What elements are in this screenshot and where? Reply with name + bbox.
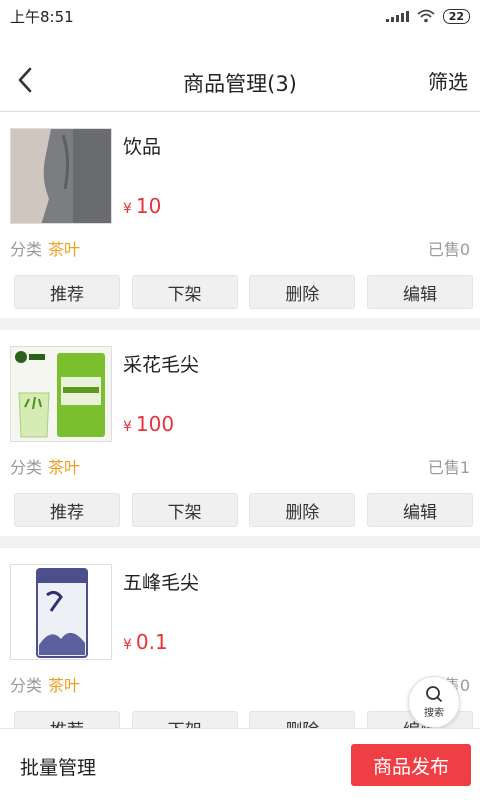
product-name: 采花毛尖 [123, 354, 200, 376]
signal-icon [385, 10, 409, 22]
status-icons: 22 [385, 8, 470, 24]
delete-button[interactable]: 删除 [249, 493, 356, 527]
status-bar: 上午8:51 22 [0, 0, 480, 32]
delete-button[interactable]: 删除 [249, 275, 356, 309]
currency-symbol: ¥ [123, 201, 132, 217]
category-value: 茶叶 [48, 240, 81, 259]
product-category: 分类 茶叶 [10, 672, 80, 696]
product-actions: 推荐 下架 删除 编辑 [14, 275, 473, 309]
product-price: ¥10 [123, 194, 161, 218]
product-list: 饮品 ¥10 分类茶叶 已售0 推荐 下架 删除 编辑 采花毛尖 ¥100 分 [0, 112, 480, 728]
filter-button[interactable]: 筛选 [428, 66, 468, 95]
product-actions: 推荐 下架 删除 编辑 [14, 493, 473, 527]
product-price: ¥100 [123, 412, 174, 436]
delist-button[interactable]: 下架 [131, 711, 238, 728]
category-label: 分类 [10, 676, 43, 695]
delist-button[interactable]: 下架 [131, 275, 238, 309]
wifi-icon [417, 9, 435, 23]
currency-symbol: ¥ [123, 419, 132, 435]
edit-button[interactable]: 编辑 [366, 275, 473, 309]
product-image [10, 564, 112, 660]
recommend-button[interactable]: 推荐 [14, 493, 120, 527]
sold-count: 已售0 [427, 240, 470, 259]
product-name: 饮品 [123, 136, 162, 158]
product-card[interactable]: 采花毛尖 ¥100 分类 茶叶 已售1 推荐 下架 删除 编辑 [0, 330, 480, 536]
recommend-button[interactable]: 推荐 [14, 275, 120, 309]
product-category: 分类 茶叶 [10, 454, 80, 478]
product-price: ¥0.1 [123, 630, 168, 654]
category-value: 茶叶 [48, 458, 81, 477]
price-value: 0.1 [135, 630, 168, 654]
battery-icon: 22 [442, 8, 470, 24]
product-card[interactable]: 饮品 ¥10 分类 茶叶 已售0 推荐 下架 删除 编辑 [0, 112, 480, 318]
status-time: 上午8:51 [10, 7, 74, 26]
product-image [10, 128, 112, 224]
recommend-button[interactable]: 推荐 [14, 711, 120, 728]
category-label: 分类 [10, 458, 43, 477]
price-value: 10 [135, 194, 162, 218]
currency-symbol: ¥ [123, 637, 132, 653]
bottom-bar: 批量管理 商品发布 [0, 728, 480, 800]
edit-button[interactable]: 编辑 [366, 493, 473, 527]
page-title: 商品管理(3) [183, 72, 297, 96]
product-image [10, 346, 112, 442]
search-fab[interactable]: 搜索 [408, 676, 460, 728]
product-name: 五峰毛尖 [123, 572, 200, 594]
search-icon [426, 686, 442, 702]
delete-button[interactable]: 删除 [249, 711, 356, 728]
product-actions: 推荐 下架 删除 编辑 [14, 711, 473, 728]
nav-bar: 商品管理(3) 筛选 [0, 32, 480, 112]
category-value: 茶叶 [48, 676, 81, 695]
category-label: 分类 [10, 240, 43, 259]
batch-manage-button[interactable]: 批量管理 [20, 753, 96, 780]
search-fab-label: 搜索 [424, 708, 444, 719]
sold-count: 已售1 [427, 458, 470, 477]
delist-button[interactable]: 下架 [131, 493, 238, 527]
price-value: 100 [135, 412, 175, 436]
publish-product-button[interactable]: 商品发布 [351, 744, 471, 786]
product-category: 分类 茶叶 [10, 236, 80, 260]
